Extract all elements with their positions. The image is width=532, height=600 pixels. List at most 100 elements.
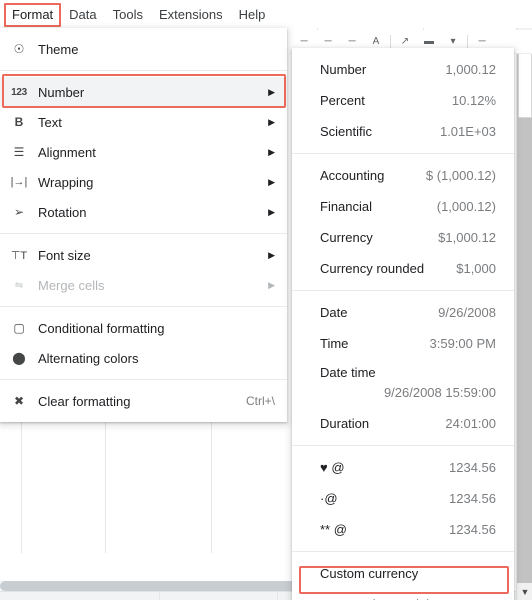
vertical-scrollbar[interactable]: ▲ ▼ — [516, 28, 532, 600]
menu-separator — [0, 306, 287, 307]
wrapping-icon: |→| — [10, 176, 28, 188]
footer-cell-a — [0, 592, 160, 600]
submenu-arrow-icon: ▶ — [268, 146, 275, 157]
menu-separator — [0, 233, 287, 234]
number-format-label: Financial — [320, 199, 373, 214]
menu-separator — [0, 70, 287, 71]
number-format-submenu: Number 1,000.12 Percent 10.12% Scientific 1.0… — [292, 48, 514, 600]
format-menu-item-label: Merge cells — [38, 277, 105, 293]
format-menu-item-text[interactable]: B Text ▶ — [0, 107, 287, 137]
number-format-item-financial[interactable]: Financial (1,000.12) — [292, 191, 514, 222]
submenu-separator — [292, 290, 514, 291]
number-format-label: Duration — [320, 416, 370, 431]
submenu-arrow-icon: ▶ — [268, 249, 275, 260]
menu-extensions[interactable]: Extensions — [151, 4, 231, 25]
number-format-item-date-time[interactable]: Date time 9/26/2008 15:59:00 — [292, 359, 514, 408]
number-format-label: Scientific — [320, 124, 373, 139]
number-format-sample: 3:59:00 PM — [429, 336, 497, 351]
format-menu-item-alignment[interactable]: ☰ Alignment ▶ — [0, 137, 287, 167]
format-menu-item-label: Alignment — [38, 144, 96, 160]
number-format-sample: $1,000.12 — [438, 230, 496, 245]
format-menu-item-label: Text — [38, 114, 62, 130]
format-menu-item-label: Theme — [38, 41, 79, 57]
format-menu-item-font-size[interactable]: ⊤T Font size ▶ — [0, 240, 287, 270]
number-format-item-accounting[interactable]: Accounting $ (1,000.12) — [292, 160, 514, 191]
format-menu-item-label: Number — [38, 84, 85, 100]
submenu-arrow-icon: ▶ — [268, 176, 275, 187]
menu-bar: Format Data Tools Extensions Help — [0, 0, 532, 28]
number-format-item-number[interactable]: Number 1,000.12 — [292, 54, 514, 85]
number-format-item-duration[interactable]: Duration 24:01:00 — [292, 408, 514, 439]
number-format-label: Number — [320, 62, 367, 77]
merge-cells-icon: ⇋ — [14, 279, 24, 291]
number-format-label: Time — [320, 336, 349, 351]
number-format-label: ♥ @ — [320, 460, 345, 475]
menu-data[interactable]: Data — [61, 4, 104, 25]
number-format-sample: 1,000.12 — [445, 62, 496, 77]
format-dropdown-menu: ☉ Theme 123 Number ▶ B Text ▶ ☰ Alignment ▶ |→| Wrap… — [0, 28, 287, 422]
submenu-separator — [292, 445, 514, 446]
menu-tools[interactable]: Tools — [105, 4, 151, 25]
number-format-sample: (1,000.12) — [436, 199, 496, 214]
number-format-item-[interactable]: ·@ 1234.56 — [292, 483, 514, 514]
menu-format[interactable]: Format — [4, 2, 62, 27]
format-menu-item-number[interactable]: 123 Number ▶ — [0, 77, 287, 107]
number-format-item-[interactable]: ♥ @ 1234.56 — [292, 452, 514, 483]
toolbar-divider — [467, 34, 468, 49]
bold-b-icon: B — [14, 115, 24, 129]
submenu-separator — [292, 153, 514, 154]
number-format-label: Currency — [320, 230, 373, 245]
number-format-sample: 10.12% — [451, 93, 496, 108]
format-menu-item-label: Clear formatting — [38, 393, 131, 409]
format-menu-item-wrapping[interactable]: |→| Wrapping ▶ — [0, 167, 287, 197]
number-123-icon: 123 — [11, 86, 27, 98]
number-format-sample: 1234.56 — [449, 522, 496, 537]
number-format-item-currency-rounded[interactable]: Currency rounded $1,000 — [292, 253, 514, 284]
number-format-sample: 1.01E+03 — [439, 124, 496, 139]
menu-shortcut: Ctrl+\ — [245, 394, 275, 408]
alternating-colors-icon: ⬤ — [12, 351, 26, 365]
number-format-item-percent[interactable]: Percent 10.12% — [292, 85, 514, 116]
submenu-separator — [292, 551, 514, 552]
number-format-item-date[interactable]: Date 9/26/2008 — [292, 297, 514, 328]
vertical-scrollbar-track[interactable] — [517, 45, 532, 583]
footer-cell-b — [160, 592, 278, 600]
submenu-arrow-icon: ▶ — [268, 206, 275, 217]
number-format-label: Percent — [320, 93, 365, 108]
format-menu-item-label: Alternating colors — [38, 350, 139, 366]
number-format-label: ** @ — [320, 522, 347, 537]
number-format-sample: 24:01:00 — [445, 416, 496, 431]
number-format-label: Custom currency — [320, 566, 419, 581]
number-format-sample: 1234.56 — [449, 491, 496, 506]
font-size-icon: ⊤T — [10, 249, 28, 262]
number-format-label: Date time — [320, 365, 376, 380]
number-format-item-scientific[interactable]: Scientific 1.01E+03 — [292, 116, 514, 147]
format-menu-item-conditional-formatting[interactable]: ▢ Conditional formatting — [0, 313, 287, 343]
chevron-down-icon[interactable]: ▼ — [517, 583, 532, 600]
number-format-sample: $ (1,000.12) — [425, 168, 496, 183]
palette-icon: ☉ — [13, 42, 25, 56]
format-menu-item-label: Rotation — [38, 204, 87, 220]
format-menu-item-label: Font size — [38, 247, 91, 263]
vertical-scrollbar-thumb[interactable] — [518, 45, 532, 118]
format-menu-item-alternating-colors[interactable]: ⬤ Alternating colors — [0, 343, 287, 373]
format-menu-item-rotation[interactable]: ➢ Rotation ▶ — [0, 197, 287, 227]
number-format-item-currency[interactable]: Currency $1,000.12 — [292, 222, 514, 253]
format-menu-item-theme[interactable]: ☉ Theme — [0, 34, 287, 64]
number-format-item-custom-currency[interactable]: Custom currency — [292, 558, 514, 589]
rotation-icon: ➢ — [13, 205, 25, 219]
number-format-sample: $1,000 — [456, 261, 496, 276]
alignment-icon: ☰ — [13, 145, 25, 159]
number-format-item-custom-date-and-time[interactable]: Custom date and time — [292, 589, 514, 600]
submenu-arrow-icon: ▶ — [268, 86, 275, 97]
number-format-item-time[interactable]: Time 3:59:00 PM — [292, 328, 514, 359]
submenu-arrow-icon: ▶ — [268, 279, 275, 290]
number-format-label: Date — [320, 305, 348, 320]
number-format-label: ·@ — [320, 491, 338, 506]
number-format-item-[interactable]: ** @ 1234.56 — [292, 514, 514, 545]
format-menu-item-clear-formatting[interactable]: ✖ Clear formatting Ctrl+\ — [0, 386, 287, 416]
menu-help[interactable]: Help — [231, 4, 274, 25]
spreadsheet-app-window: ▲ ▼ ─ ─ ─ A ↗ ▬ ▾ ─ FormatDataToolsExten… — [0, 0, 532, 600]
format-menu-item-merge-cells: ⇋ Merge cells ▶ — [0, 270, 287, 300]
conditional-formatting-icon: ▢ — [13, 321, 25, 335]
